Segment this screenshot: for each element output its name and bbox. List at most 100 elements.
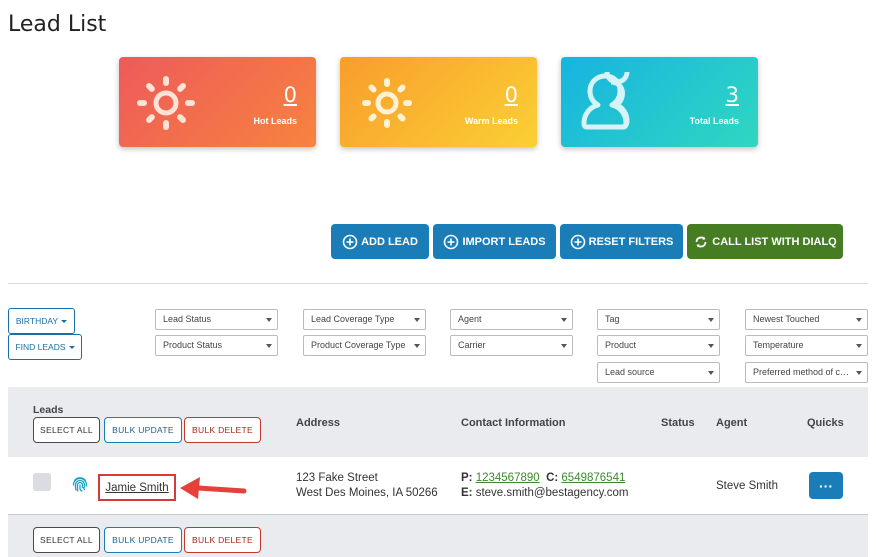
bulk-delete-button[interactable]: BULK DELETE (184, 417, 261, 443)
bulk-delete-label: BULK DELETE (192, 535, 253, 545)
warm-leads-card[interactable]: 0 Warm Leads (340, 57, 537, 147)
address-line1: 123 Fake Street (296, 472, 378, 484)
product-value: Product (605, 340, 637, 350)
product-coverage-type-value: Product Coverage Type (311, 340, 406, 350)
agent-cell: Steve Smith (716, 480, 778, 492)
ellipsis-icon: ··· (819, 477, 833, 494)
chevron-down-icon (414, 318, 420, 322)
phone-sync-icon (695, 236, 707, 247)
tag-select[interactable]: Tag (597, 309, 720, 330)
import-leads-button[interactable]: IMPORT LEADS (433, 224, 556, 259)
lead-status-select[interactable]: Lead Status (155, 309, 278, 330)
filters-divider (8, 283, 868, 284)
cell-label: C: (546, 472, 559, 484)
agent-value: Agent (458, 314, 482, 324)
quicks-column-header: Quicks (807, 417, 844, 429)
tag-value: Tag (605, 314, 620, 324)
contact-cell: P: 1234567890 C: 6549876541 E: steve.smi… (461, 471, 628, 501)
chevron-down-icon (561, 344, 567, 348)
contact-column-header: Contact Information (461, 417, 566, 429)
import-leads-label: IMPORT LEADS (462, 235, 546, 248)
cell-link[interactable]: 6549876541 (561, 472, 625, 484)
product-status-select[interactable]: Product Status (155, 335, 278, 356)
product-select[interactable]: Product (597, 335, 720, 356)
row-checkbox[interactable] (33, 473, 51, 491)
hot-leads-label: Hot Leads (253, 116, 297, 126)
call-list-dialq-label: CALL LIST WITH DIALQ (712, 235, 837, 248)
add-lead-label: ADD LEAD (361, 235, 418, 248)
chevron-down-icon (708, 344, 714, 348)
caret-down-icon (61, 319, 68, 323)
caret-down-icon (68, 345, 75, 349)
phone-link[interactable]: 1234567890 (476, 472, 540, 484)
product-status-value: Product Status (163, 340, 223, 350)
status-column-header: Status (661, 417, 695, 429)
select-all-button[interactable]: SELECT ALL (33, 417, 100, 443)
users-icon (581, 72, 630, 130)
birthday-filter-label: BIRTHDAY (15, 316, 59, 326)
find-leads-label: FIND LEADS (15, 342, 66, 352)
warm-leads-count[interactable]: 0 (505, 83, 518, 107)
sort-select[interactable]: Newest Touched (745, 309, 868, 330)
chevron-down-icon (561, 318, 567, 322)
email-label: E: (461, 487, 473, 499)
total-leads-card[interactable]: 3 Total Leads (561, 57, 758, 147)
lead-status-value: Lead Status (163, 314, 212, 324)
phone-label: P: (461, 472, 473, 484)
sun-icon (362, 78, 412, 128)
address-cell: 123 Fake Street West Des Moines, IA 5026… (296, 471, 438, 501)
bulk-update-label: BULK UPDATE (112, 425, 174, 435)
bulk-update-button[interactable]: BULK UPDATE (104, 417, 182, 443)
find-leads-button[interactable]: FIND LEADS (8, 334, 82, 360)
fingerprint-icon[interactable] (71, 475, 89, 493)
lead-coverage-type-select[interactable]: Lead Coverage Type (303, 309, 426, 330)
warm-leads-label: Warm Leads (464, 116, 518, 126)
plus-circle-icon (342, 234, 358, 249)
chevron-down-icon (414, 344, 420, 348)
product-coverage-type-select[interactable]: Product Coverage Type (303, 335, 426, 356)
lead-source-value: Lead source (605, 367, 655, 377)
quick-actions-button[interactable]: ··· (809, 472, 843, 499)
total-leads-label: Total Leads (689, 116, 739, 126)
address-column-header: Address (296, 417, 341, 429)
lead-name-link[interactable]: Jamie Smith (98, 474, 176, 501)
agent-select[interactable]: Agent (450, 309, 573, 330)
plus-circle-icon (570, 234, 585, 249)
chevron-down-icon (856, 371, 862, 375)
bulk-delete-label: BULK DELETE (192, 425, 253, 435)
bulk-update-label: BULK UPDATE (112, 535, 174, 545)
birthday-filter-button[interactable]: BIRTHDAY (8, 308, 75, 334)
temperature-value: Temperature (753, 340, 804, 350)
carrier-select[interactable]: Carrier (450, 335, 573, 356)
email-value[interactable]: steve.smith@bestagency.com (476, 487, 629, 499)
annotation-arrow-icon (180, 477, 247, 499)
select-all-label: SELECT ALL (40, 535, 93, 545)
plus-circle-icon (444, 234, 459, 249)
reset-filters-label: RESET FILTERS (588, 235, 674, 248)
bulk-delete-button-bottom[interactable]: BULK DELETE (184, 527, 261, 553)
chevron-down-icon (856, 318, 862, 322)
agent-column-header: Agent (716, 417, 748, 429)
select-all-button-bottom[interactable]: SELECT ALL (33, 527, 100, 553)
call-list-dialq-button[interactable]: CALL LIST WITH DIALQ (687, 224, 843, 259)
chevron-down-icon (856, 344, 862, 348)
select-all-label: SELECT ALL (40, 425, 93, 435)
leads-column-header: Leads (33, 404, 64, 416)
total-leads-count[interactable]: 3 (726, 83, 739, 107)
address-line2: West Des Moines, IA 50266 (296, 487, 438, 499)
bulk-update-button-bottom[interactable]: BULK UPDATE (104, 527, 182, 553)
lead-coverage-type-value: Lead Coverage Type (311, 314, 395, 324)
hot-leads-count[interactable]: 0 (284, 83, 297, 107)
reset-filters-button[interactable]: RESET FILTERS (560, 224, 683, 259)
temperature-select[interactable]: Temperature (745, 335, 868, 356)
preferred-contact-select[interactable]: Preferred method of contact (745, 362, 868, 383)
page-title: Lead List (8, 12, 107, 37)
preferred-contact-value: Preferred method of contact (753, 367, 853, 377)
lead-source-select[interactable]: Lead source (597, 362, 720, 383)
lead-name-text: Jamie Smith (105, 481, 169, 494)
chevron-down-icon (266, 318, 272, 322)
add-lead-button[interactable]: ADD LEAD (331, 224, 429, 259)
chevron-down-icon (708, 318, 714, 322)
hot-leads-card[interactable]: 0 Hot Leads (119, 57, 316, 147)
sort-value: Newest Touched (753, 314, 820, 324)
